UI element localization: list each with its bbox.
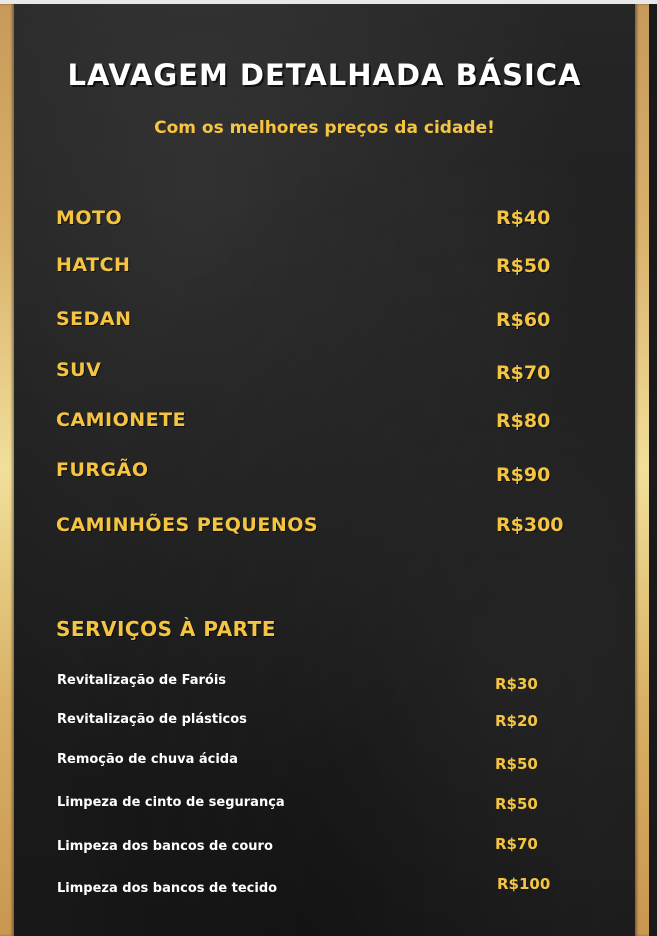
service-name-caminhoes-pequenos: CAMINHÕES PEQUENOS (56, 514, 319, 536)
extra-name-cinto: Limpeza de cinto de segurança (57, 795, 285, 810)
extra-name-bancos-couro: Limpeza dos bancos de couro (57, 839, 273, 854)
extra-price-bancos-tecido: R$100 (497, 875, 551, 893)
extra-price-bancos-couro: R$70 (495, 835, 538, 853)
menu-subtitle: Com os melhores preços da cidade! (154, 118, 495, 138)
gold-frame-left (0, 4, 14, 936)
gold-frame-right (635, 4, 649, 936)
service-name-suv: SUV (56, 359, 102, 381)
service-price-caminhoes-pequenos: R$300 (496, 514, 564, 536)
extra-price-chuva-acida: R$50 (495, 755, 538, 773)
service-name-furgao: FURGÃO (56, 459, 149, 481)
service-name-moto: MOTO (56, 207, 123, 229)
right-edge (649, 4, 657, 936)
extra-name-farois: Revitalização de Faróis (57, 673, 227, 688)
extra-name-bancos-tecido: Limpeza dos bancos de tecido (57, 881, 278, 896)
extra-price-farois: R$30 (495, 675, 538, 693)
extra-price-plasticos: R$20 (495, 712, 538, 730)
service-price-moto: R$40 (496, 207, 551, 229)
extra-name-chuva-acida: Remoção de chuva ácida (57, 752, 238, 767)
service-price-suv: R$70 (496, 362, 551, 384)
service-name-sedan: SEDAN (56, 308, 132, 330)
service-name-hatch: HATCH (56, 254, 131, 276)
extra-name-plasticos: Revitalização de plásticos (57, 712, 247, 727)
extras-heading: SERVIÇOS À PARTE (56, 617, 276, 641)
service-price-sedan: R$60 (496, 309, 551, 331)
service-name-camionete: CAMIONETE (56, 409, 187, 431)
menu-title: LAVAGEM DETALHADA BÁSICA (67, 58, 582, 92)
extra-price-cinto: R$50 (495, 795, 538, 813)
service-price-camionete: R$80 (496, 410, 551, 432)
top-strip (0, 0, 657, 4)
service-price-hatch: R$50 (496, 255, 551, 277)
price-menu-canvas: LAVAGEM DETALHADA BÁSICA Com os melhores… (0, 0, 657, 936)
service-price-furgao: R$90 (496, 464, 551, 486)
